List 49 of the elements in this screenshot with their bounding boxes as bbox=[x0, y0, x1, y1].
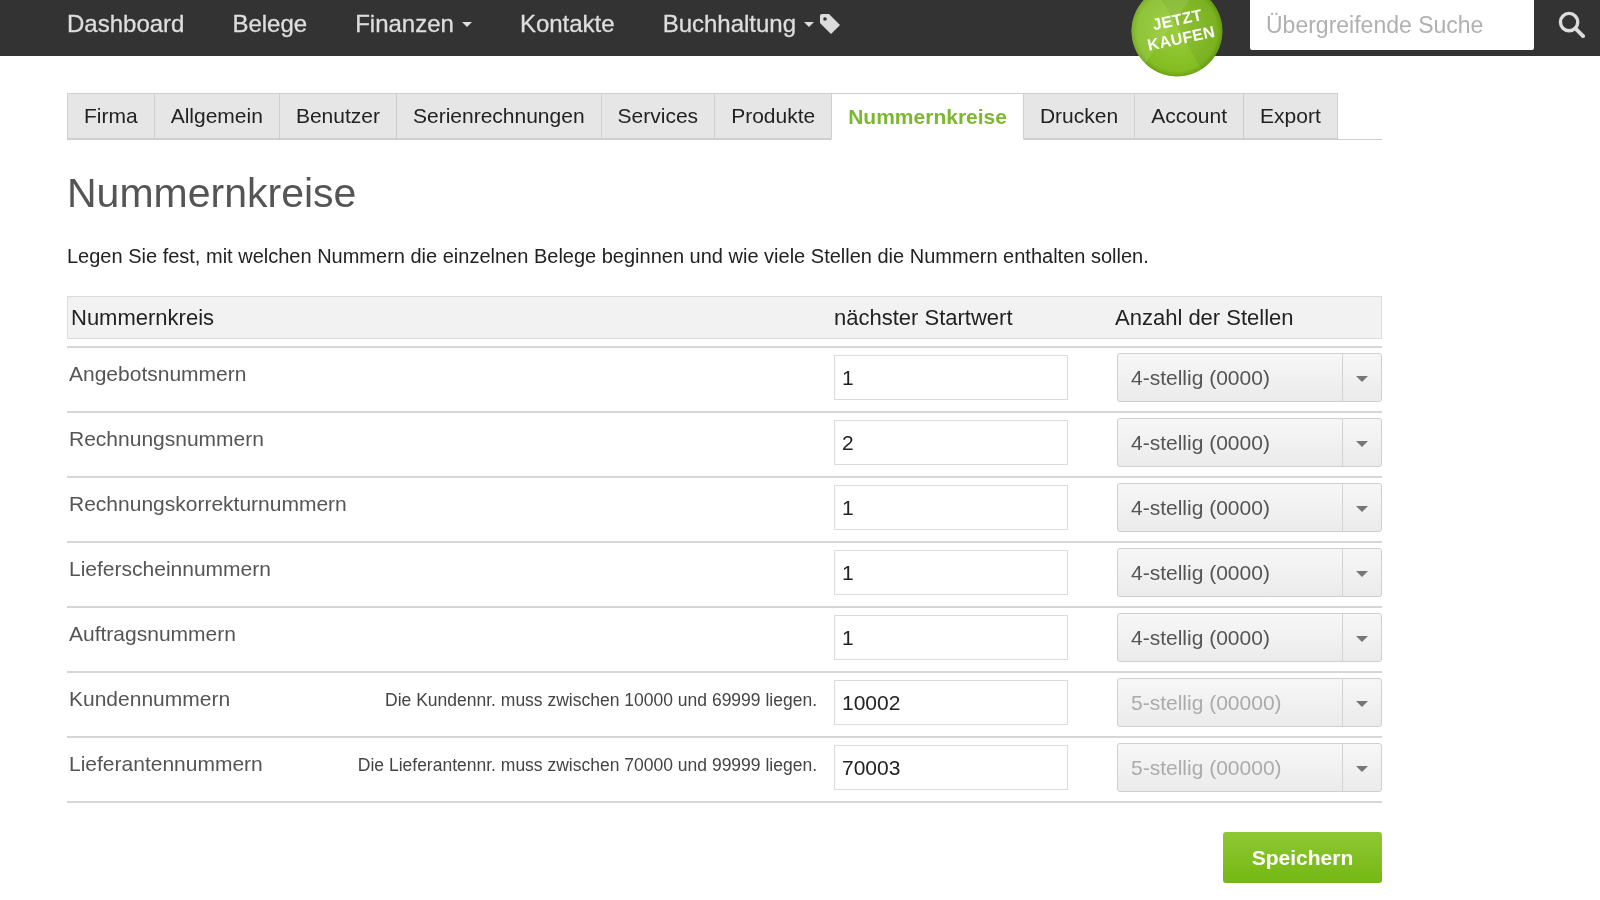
start-value-input[interactable]: 1 bbox=[834, 485, 1068, 530]
settings-tab[interactable]: Firma bbox=[67, 93, 155, 139]
row-label: Auftragsnummern bbox=[69, 622, 236, 646]
start-value-input[interactable]: 2 bbox=[834, 420, 1068, 465]
digits-select[interactable]: 4-stellig (0000) bbox=[1117, 353, 1382, 402]
settings-tab[interactable]: Serienrechnungen bbox=[395, 93, 602, 139]
nav-link[interactable]: Belege bbox=[232, 10, 308, 38]
row-label: Angebotsnummern bbox=[69, 362, 247, 386]
caret-icon bbox=[1356, 441, 1368, 447]
nav-link[interactable]: Finanzen bbox=[355, 10, 472, 38]
nav-link[interactable]: Kontakte bbox=[519, 10, 615, 38]
settings-tab[interactable]: Allgemein bbox=[153, 93, 280, 139]
column-header: Nummernkreis bbox=[70, 304, 216, 331]
row-label: Lieferscheinnummern bbox=[69, 557, 271, 581]
settings-tab[interactable]: Account bbox=[1134, 93, 1245, 139]
row-label: Rechnungskorrekturnummern bbox=[69, 492, 347, 516]
caret-icon bbox=[1356, 636, 1368, 642]
search-field[interactable]: Übergreifende Suche bbox=[1250, 0, 1534, 50]
search-icon[interactable] bbox=[1558, 11, 1585, 38]
digits-select[interactable]: 4-stellig (0000) bbox=[1117, 613, 1382, 662]
caret-icon bbox=[1356, 506, 1368, 512]
settings-tab[interactable]: Benutzer bbox=[278, 93, 397, 139]
hint-text: Die Lieferantennr. muss zwischen 70000 und 99999 liegen. bbox=[357, 755, 817, 776]
caret-icon bbox=[1356, 766, 1368, 772]
settings-tab[interactable]: Services bbox=[600, 93, 716, 139]
page-title: Nummernkreise bbox=[67, 169, 358, 217]
digits-select[interactable]: 4-stellig (0000) bbox=[1117, 483, 1382, 532]
row-label: Rechnungsnummern bbox=[69, 427, 264, 451]
nav-link[interactable]: Dashboard bbox=[67, 10, 185, 38]
start-value-input[interactable]: 1 bbox=[834, 355, 1068, 400]
start-value-input[interactable]: 1 bbox=[834, 615, 1068, 660]
caret-icon bbox=[1356, 376, 1368, 382]
settings-tab[interactable]: Produkte bbox=[714, 93, 833, 139]
start-value-input[interactable]: 10002 bbox=[834, 680, 1068, 725]
column-header: Anzahl der Stellen bbox=[1115, 304, 1294, 331]
page-description: Legen Sie fest, mit welchen Nummern die einzelnen Belege beginnen und wie viele Stellen die Nummern enthalten sollen. bbox=[67, 244, 1150, 268]
hint-text: Die Kundennr. muss zwischen 10000 und 69999 liegen. bbox=[385, 690, 817, 711]
row-label: Kundennummern bbox=[69, 687, 231, 711]
row-label: Lieferantennummern bbox=[69, 752, 263, 776]
caret-icon bbox=[1356, 701, 1368, 707]
digits-select[interactable]: 4-stellig (0000) bbox=[1117, 548, 1382, 597]
start-value-input[interactable]: 70003 bbox=[834, 745, 1068, 790]
settings-tab[interactable]: Export bbox=[1243, 93, 1338, 139]
digits-select[interactable]: 4-stellig (0000) bbox=[1117, 418, 1382, 467]
settings-tab[interactable]: Drucken bbox=[1022, 93, 1136, 139]
column-header: nächster Startwert bbox=[834, 304, 1014, 331]
nav-link[interactable]: Buchhaltung bbox=[662, 10, 841, 38]
caret-icon bbox=[1356, 571, 1368, 577]
start-value-input[interactable]: 1 bbox=[834, 550, 1068, 595]
